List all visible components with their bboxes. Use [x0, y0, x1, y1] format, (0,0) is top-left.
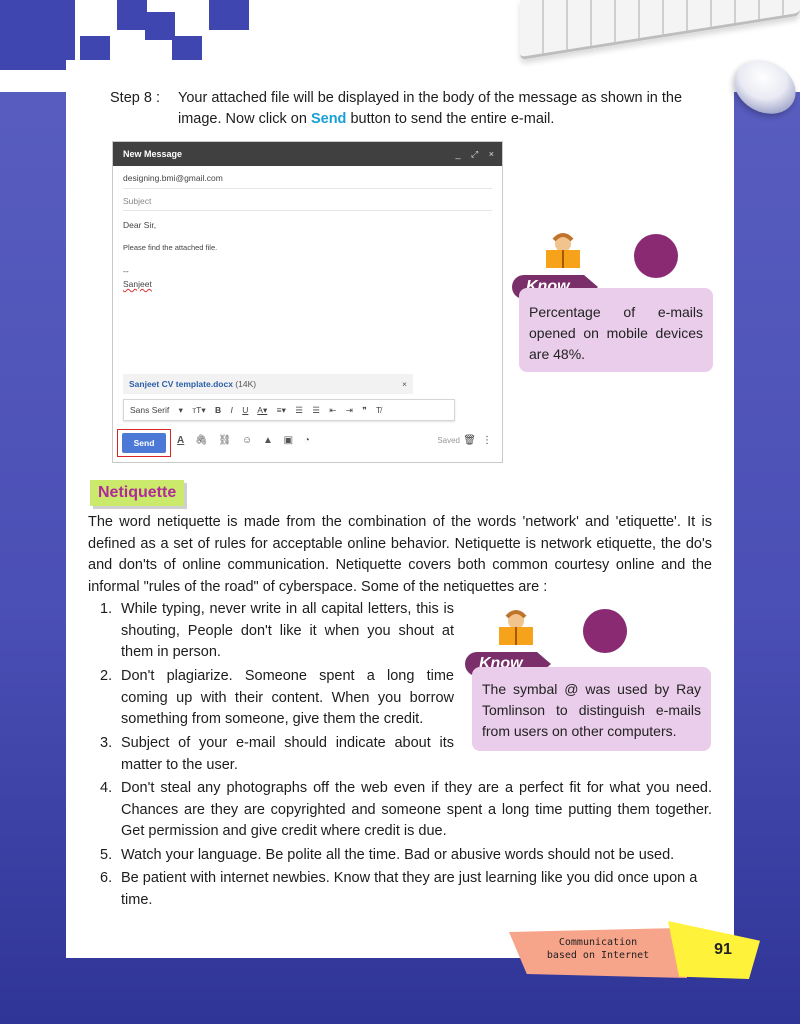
- bullet-list-icon[interactable]: ☰: [312, 405, 320, 415]
- list-number: 2.: [100, 668, 113, 684]
- signature: Sanjeet: [123, 279, 152, 289]
- email-compose-window: New Message _ ⤢ × designing.bmi@gmail.co…: [112, 141, 503, 463]
- body-line: Please find the attached file.: [123, 243, 218, 252]
- attach-icon[interactable]: 🖇: [195, 435, 208, 446]
- send-highlight-box: Send: [117, 429, 171, 457]
- send-button[interactable]: Send: [122, 433, 166, 453]
- formatting-options-icon[interactable]: A: [177, 435, 184, 446]
- list-text: Don't plagiarize. Someone spent a long t…: [121, 668, 454, 727]
- font-select[interactable]: Sans Serif: [130, 405, 169, 415]
- attachment-chip[interactable]: Sanjeet CV template.docx (14K) ×: [123, 374, 413, 394]
- list-text: While typing, never write in all capital…: [121, 601, 454, 660]
- expand-icon[interactable]: ⤢: [471, 149, 478, 159]
- emoji-icon[interactable]: ☺: [242, 435, 252, 446]
- link-icon[interactable]: ⛓: [219, 435, 232, 446]
- subject-field[interactable]: Subject: [123, 196, 151, 206]
- list-item: 3. Subject of your e-mail should indicat…: [100, 733, 454, 776]
- header-decor-block: [0, 0, 75, 70]
- compose-header: New Message _ ⤢ ×: [113, 142, 502, 166]
- quote-icon[interactable]: ❞: [362, 405, 367, 415]
- list-item: 6. Be patient with internet newbies. Kno…: [100, 868, 712, 911]
- list-text: Watch your language. Be polite all the t…: [121, 847, 675, 863]
- netiquette-intro: The word netiquette is made from the com…: [88, 514, 712, 595]
- confidential-icon[interactable]: ◔: [304, 435, 310, 446]
- section-title: Netiquette: [90, 480, 185, 506]
- list-number: 1.: [100, 601, 113, 617]
- italic-icon[interactable]: I: [231, 405, 233, 415]
- minimize-icon[interactable]: _: [455, 149, 460, 159]
- list-item: 5. Watch your language. Be polite all th…: [100, 845, 712, 867]
- drive-icon[interactable]: ▲: [263, 435, 273, 446]
- chapter-tag: Communication based on Internet: [509, 928, 687, 978]
- page-curl-decor: [583, 609, 627, 653]
- list-text: Be patient with internet newbies. Know t…: [121, 870, 698, 908]
- compose-actions: A 🖇 ⛓ ☺ ▲ ▣ ◔: [177, 435, 318, 446]
- send-highlight: Send: [310, 111, 347, 127]
- step-8: Step 8 : Your attached file will be disp…: [110, 88, 718, 130]
- align-icon[interactable]: ≡▾: [277, 405, 286, 415]
- signature-separator: --: [123, 266, 129, 276]
- compose-title: New Message: [123, 149, 183, 159]
- page-curl-decor: [634, 234, 678, 278]
- clear-format-icon[interactable]: T̸: [376, 405, 381, 415]
- divider: [123, 210, 492, 211]
- list-number: 6.: [100, 870, 113, 886]
- list-text: Subject of your e-mail should indicate a…: [121, 735, 454, 773]
- saved-status: Saved: [437, 436, 460, 445]
- know-it-text: Percentage of e-mails opened on mobile d…: [519, 288, 713, 372]
- indent-less-icon[interactable]: ⇤: [329, 405, 336, 415]
- text-color-icon[interactable]: A▾: [257, 405, 267, 415]
- close-icon[interactable]: ×: [489, 149, 494, 159]
- more-options-icon[interactable]: ⋮: [482, 435, 492, 446]
- chevron-down-icon[interactable]: ▾: [179, 405, 183, 415]
- indent-more-icon[interactable]: ⇥: [346, 405, 353, 415]
- know-it-text: The symbal @ was used by Ray Tomlinson t…: [472, 667, 711, 751]
- attachment-name[interactable]: Sanjeet CV template.docx: [129, 379, 233, 389]
- step-label: Step 8 :: [110, 90, 160, 106]
- divider: [123, 188, 492, 189]
- header-decor-square: [145, 12, 175, 40]
- photo-icon[interactable]: ▣: [284, 435, 293, 446]
- bold-icon[interactable]: B: [215, 405, 221, 415]
- underline-icon[interactable]: U: [242, 405, 248, 415]
- remove-attachment-icon[interactable]: ×: [402, 374, 407, 394]
- list-number: 5.: [100, 847, 113, 863]
- reading-child-icon: [499, 610, 533, 645]
- trash-icon[interactable]: 🗑: [463, 435, 476, 446]
- font-size-icon[interactable]: ᴛT▾: [192, 405, 205, 415]
- window-controls: _ ⤢ ×: [447, 142, 494, 166]
- list-item: 2. Don't plagiarize. Someone spent a lon…: [100, 666, 454, 731]
- body-line: Dear Sir,: [123, 220, 157, 230]
- list-item: 1. While typing, never write in all capi…: [100, 599, 454, 664]
- chapter-line: based on Internet: [546, 950, 650, 961]
- numbered-list-icon[interactable]: ☰: [295, 405, 303, 415]
- list-text: Don't steal any photographs off the web …: [121, 780, 712, 839]
- header-decor-square: [209, 0, 249, 30]
- attachment-size: (14K): [235, 379, 257, 389]
- recipient-field[interactable]: designing.bmi@gmail.com: [123, 173, 223, 183]
- reading-child-icon: [546, 233, 580, 268]
- list-item: 4. Don't steal any photographs off the w…: [100, 778, 712, 843]
- step-text-part: button to send the entire e-mail.: [346, 111, 555, 127]
- step-text: Your attached file will be displayed in …: [178, 88, 718, 130]
- header-decor-square: [117, 0, 147, 30]
- list-number: 3.: [100, 735, 113, 751]
- list-number: 4.: [100, 780, 113, 796]
- formatting-toolbar: Sans Serif ▾ ᴛT▾ B I U A▾ ≡▾ ☰ ☰ ⇤ ⇥ ❞ T…: [123, 399, 455, 421]
- chapter-line: Communication: [558, 937, 638, 948]
